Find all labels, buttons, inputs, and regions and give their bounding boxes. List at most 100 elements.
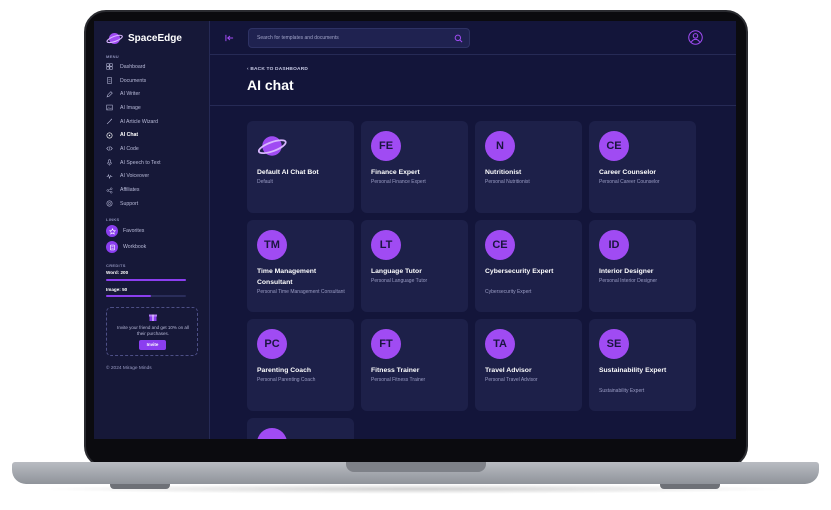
bot-title: Cybersecurity Expert — [485, 268, 554, 275]
bot-initials-badge: TA — [485, 329, 515, 359]
chat-bot-card[interactable]: PC Parenting Coach Personal Parenting Coac… — [247, 319, 354, 411]
code-icon — [106, 146, 113, 152]
sidebar-item-ai-speech-to-text[interactable]: AI Speech to Text — [106, 156, 202, 170]
bot-title: Travel Advisor — [485, 367, 532, 374]
wand-icon — [106, 118, 112, 125]
sidebar-item-ai-image[interactable]: AI Image — [106, 101, 202, 115]
topbar: Search for templates and documents — [210, 21, 736, 55]
bot-title: Default AI Chat Bot — [257, 169, 319, 176]
chat-bot-card[interactable]: LT Language Tutor Personal Language Tutor — [361, 220, 468, 312]
sidebar-link-label: Favorites — [123, 228, 145, 234]
bot-initials-badge: PC — [257, 329, 287, 359]
chat-icon — [106, 132, 113, 139]
sidebar-item-documents[interactable]: Documents — [106, 74, 202, 88]
laptop-notch — [346, 462, 486, 472]
chat-bot-card[interactable]: CE Career Counselor Personal Career Counse… — [589, 121, 696, 213]
collapse-sidebar-icon[interactable] — [225, 34, 234, 42]
sidebar-item-ai-writer[interactable]: AI Writer — [106, 87, 202, 101]
document-icon — [107, 77, 112, 84]
bot-subtitle: Sustainability Expert — [599, 388, 645, 394]
image-icon — [106, 105, 113, 111]
bot-subtitle: Personal Time Management Consultant — [257, 289, 345, 295]
bot-subtitle: Personal Career Counselor — [599, 179, 660, 185]
bot-title: Finance Expert — [371, 169, 420, 176]
search-input[interactable]: Search for templates and documents — [248, 28, 470, 48]
sidebar-item-ai-voiceover[interactable]: AI Voiceover — [106, 170, 202, 184]
sidebar-item-label: AI Voiceover — [120, 173, 150, 180]
bot-subtitle: Personal Finance Expert — [371, 179, 426, 185]
bot-title: Interior Designer — [599, 268, 654, 275]
chat-bot-card[interactable]: Default AI Chat Bot Default — [247, 121, 354, 213]
bot-initials-badge: TM — [257, 230, 287, 260]
sidebar-item-label: AI Writer — [120, 91, 141, 98]
gift-icon — [149, 314, 157, 321]
invite-card: Invite your friend and get 10% on all th… — [106, 307, 198, 356]
bot-subtitle: Personal Parenting Coach — [257, 377, 316, 383]
image-credits-fill — [106, 295, 151, 297]
sidebar-item-label: AI Chat — [120, 132, 139, 139]
bot-subtitle: Personal Language Tutor — [371, 278, 428, 284]
sidebar-item-dashboard[interactable]: Dashboard — [106, 60, 202, 74]
sidebar-item-label: AI Image — [120, 104, 141, 111]
chat-bot-card[interactable]: TA Travel Advisor Personal Travel Advisor — [475, 319, 582, 411]
bot-title: Language Tutor — [371, 268, 422, 275]
search-icon[interactable] — [454, 34, 463, 43]
search-placeholder: Search for templates and documents — [257, 35, 339, 41]
star-icon — [106, 225, 118, 237]
bot-initials-badge: FT — [371, 329, 401, 359]
book-icon — [106, 241, 118, 253]
sidebar-item-ai-chat[interactable]: AI Chat — [106, 128, 202, 142]
bot-initials-badge: CE — [599, 131, 629, 161]
chat-bot-card[interactable]: SE Sustainability Expert Sustainability Ex… — [589, 319, 696, 411]
sidebar-link-favorites[interactable]: Favorites — [106, 225, 144, 237]
bot-title: Parenting Coach — [257, 367, 312, 374]
brand[interactable]: SpaceEdge — [106, 30, 182, 47]
pen-icon — [106, 91, 113, 98]
chat-bot-card[interactable]: ID Interior Designer Personal Interior Des… — [589, 220, 696, 312]
sidebar-item-label: AI Speech to Text — [120, 159, 161, 166]
sidebar-item-label: Documents — [120, 77, 147, 84]
bot-initials-badge: ID — [599, 230, 629, 260]
chat-bot-card[interactable]: FT Fitness Trainer Personal Fitness Traine… — [361, 319, 468, 411]
page-title: AI chat — [247, 77, 294, 93]
laptop-mockup: SpaceEdge MENU Dashboard Documents AI Writ… — [0, 0, 831, 510]
chat-bot-card[interactable] — [247, 418, 354, 439]
bot-subtitle: Personal Nutritionist — [485, 179, 530, 185]
bot-initials-badge: FE — [371, 131, 401, 161]
menu-section-label: MENU — [106, 54, 119, 59]
laptop-foot-left — [110, 484, 170, 489]
credits-section-label: CREDITS — [106, 263, 126, 268]
sidebar-item-ai-article-wizard[interactable]: AI Article Wizard — [106, 115, 202, 129]
word-credits-bar — [106, 279, 186, 281]
sidebar-link-workbook[interactable]: Workbook — [106, 241, 146, 253]
invite-button[interactable]: Invite — [139, 340, 166, 350]
chat-bot-card[interactable]: TM Time Management Consultant Personal Tim… — [247, 220, 354, 312]
user-avatar-icon[interactable] — [688, 30, 703, 45]
copyright: © 2024 Mirage Minds — [106, 366, 152, 371]
bot-title: Nutritionist — [485, 169, 522, 176]
sidebar-item-support[interactable]: Support — [106, 197, 202, 211]
chat-bot-card[interactable]: FE Finance Expert Personal Finance Expert — [361, 121, 468, 213]
bot-initials-badge: CE — [485, 230, 515, 260]
sidebar-item-label: Affiliates — [120, 187, 140, 194]
sidebar-item-ai-code[interactable]: AI Code — [106, 142, 202, 156]
bot-subtitle: Cybersecurity Expert — [485, 289, 532, 295]
support-icon — [106, 200, 113, 207]
bot-initials-badge: SE — [599, 329, 629, 359]
sidebar-nav: Dashboard Documents AI Writer AI Image AI Ar… — [106, 60, 202, 211]
bot-title: Fitness Trainer — [371, 367, 420, 374]
planet-logo-icon — [106, 32, 123, 45]
sidebar-item-label: AI Article Wizard — [120, 118, 159, 125]
word-credits-fill — [106, 279, 186, 281]
app-screen: SpaceEdge MENU Dashboard Documents AI Writ… — [94, 21, 736, 439]
links-section-label: LINKS — [106, 217, 120, 222]
sidebar-item-affiliates[interactable]: Affiliates — [106, 183, 202, 197]
back-to-dashboard-link[interactable]: ‹ BACK TO DASHBOARD — [247, 67, 308, 72]
bot-title: Time Management Consultant — [257, 268, 317, 286]
waveform-icon — [106, 173, 113, 179]
word-credits-label: Word: 200 — [106, 270, 129, 275]
chat-bot-card[interactable]: CE Cybersecurity Expert Cybersecurity Expe… — [475, 220, 582, 312]
sidebar: SpaceEdge MENU Dashboard Documents AI Writ… — [94, 21, 210, 439]
bot-subtitle: Personal Travel Advisor — [485, 377, 538, 383]
chat-bot-card[interactable]: N Nutritionist Personal Nutritionist — [475, 121, 582, 213]
